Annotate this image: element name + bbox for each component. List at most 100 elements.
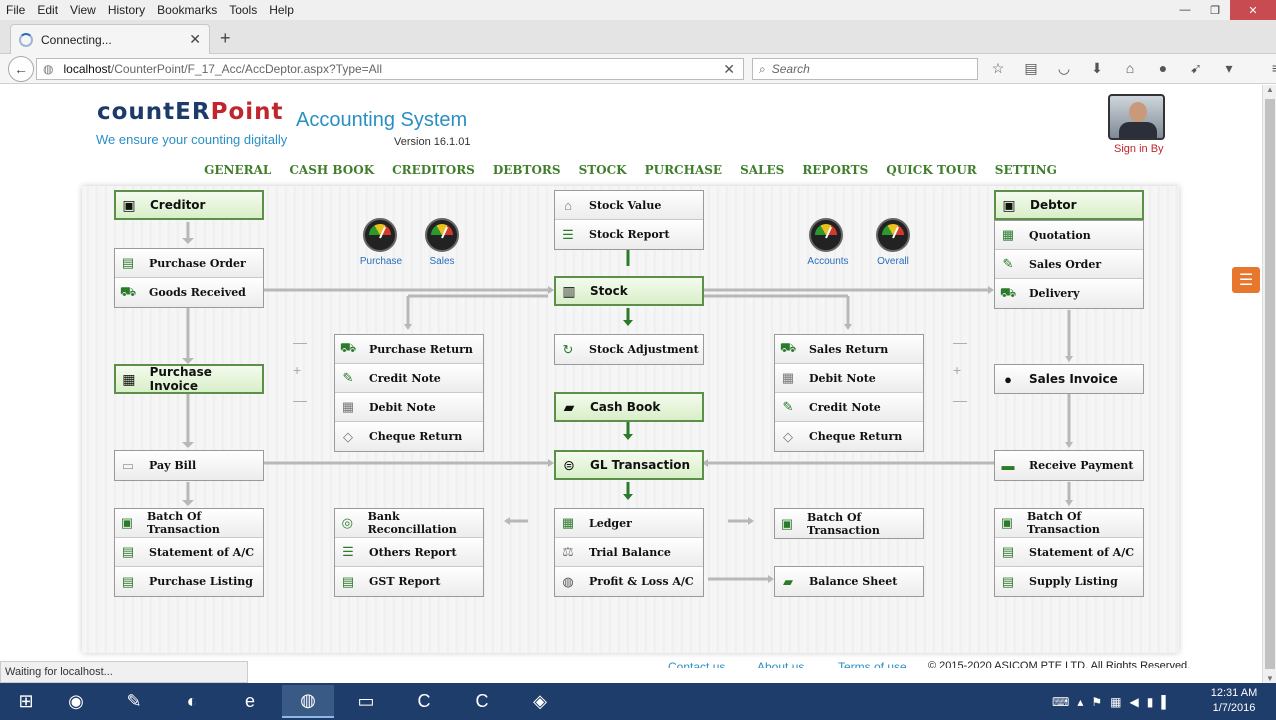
menu-view[interactable]: View: [64, 0, 102, 20]
sales-gauge-icon[interactable]: [425, 218, 459, 252]
others-report-item[interactable]: ☰ Others Report: [335, 538, 483, 567]
battery-icon[interactable]: ▮: [1147, 695, 1154, 709]
balance-sheet-item[interactable]: ▰ Balance Sheet: [775, 567, 923, 596]
expand-icon[interactable]: +: [953, 362, 961, 378]
menu-bookmarks[interactable]: Bookmarks: [151, 0, 223, 20]
download-icon[interactable]: ⬇: [1087, 60, 1107, 77]
stop-loading-icon[interactable]: ✕: [723, 61, 735, 78]
menu-history[interactable]: History: [102, 0, 151, 20]
debit-note-item[interactable]: ▦ Debit Note: [335, 393, 483, 422]
quotation-item[interactable]: ▦ Quotation: [995, 221, 1143, 250]
batch-of-transaction-item[interactable]: ▣ Batch Of Transaction: [115, 509, 263, 538]
supply-listing-item[interactable]: ▤ Supply Listing: [995, 567, 1143, 596]
chat-icon[interactable]: ●: [1153, 60, 1173, 77]
network-icon[interactable]: ▦: [1110, 695, 1121, 709]
nav-stock[interactable]: STOCK: [570, 163, 636, 185]
credit-note-item[interactable]: ✎ Credit Note: [335, 364, 483, 393]
cheque-return-item[interactable]: ◇ Cheque Return: [335, 422, 483, 451]
purchase-gauge-icon[interactable]: [363, 218, 397, 252]
expand-icon[interactable]: +: [293, 362, 301, 378]
nav-creditors[interactable]: CREDITORS: [383, 163, 484, 185]
purchase-return-item[interactable]: ⛟ Purchase Return: [335, 335, 483, 364]
url-field[interactable]: ◍ localhost/CounterPoint/F_17_Acc/AccDep…: [36, 58, 744, 80]
back-button[interactable]: ←: [8, 56, 34, 82]
firefox-icon[interactable]: ◍: [282, 685, 334, 718]
menu-tools[interactable]: Tools: [223, 0, 263, 20]
batch-of-transaction-item[interactable]: ▣ Batch Of Transaction: [775, 509, 923, 538]
pocket-icon[interactable]: ◡: [1054, 60, 1074, 77]
hamburger-menu-icon[interactable]: ≡: [1266, 60, 1276, 77]
accounts-gauge-icon[interactable]: [809, 218, 843, 252]
menu-help[interactable]: Help: [263, 0, 300, 20]
statement-of-ac-item[interactable]: ▤ Statement of A/C: [995, 538, 1143, 567]
sales-invoice-item[interactable]: ● Sales Invoice: [995, 365, 1143, 393]
volume-icon[interactable]: ◀: [1129, 695, 1138, 709]
statement-of-ac-item[interactable]: ▤ Statement of A/C: [115, 538, 263, 567]
tools-icon[interactable]: ✎: [108, 685, 160, 718]
nav-setting[interactable]: SETTING: [986, 163, 1066, 185]
signal-icon[interactable]: ▌: [1161, 695, 1170, 709]
paint-icon[interactable]: ◐: [166, 685, 218, 718]
batch-of-transaction-item[interactable]: ▣ Batch Of Transaction: [995, 509, 1143, 538]
credit-note-item[interactable]: ✎ Credit Note: [775, 393, 923, 422]
nav-purchase[interactable]: PURCHASE: [636, 163, 731, 185]
cheque-return-item[interactable]: ◇ Cheque Return: [775, 422, 923, 451]
flag-icon[interactable]: ⚑: [1091, 695, 1102, 709]
camtasia-recorder-icon[interactable]: C: [456, 685, 508, 718]
search-input[interactable]: ⌕ Search: [752, 58, 978, 80]
internet-explorer-icon[interactable]: e: [224, 685, 276, 718]
nav-reports[interactable]: REPORTS: [793, 163, 877, 185]
keyboard-icon[interactable]: ⌨: [1052, 695, 1069, 709]
bank-reconcillation-item[interactable]: ◎ Bank Reconcillation: [335, 509, 483, 538]
browser-tab[interactable]: Connecting... ✕: [10, 24, 210, 54]
nav-quick-tour[interactable]: QUICK TOUR: [877, 163, 986, 185]
goods-received-item[interactable]: ⛟ Goods Received: [115, 278, 263, 307]
overall-gauge-icon[interactable]: [876, 218, 910, 252]
chat-widget-icon[interactable]: ☰: [1232, 267, 1260, 293]
about-link[interactable]: About us: [757, 660, 804, 668]
gl-transaction-button[interactable]: ⊜ GL Transaction: [554, 450, 704, 480]
close-window-button[interactable]: ✕: [1230, 0, 1276, 20]
dropdown-icon[interactable]: ▾: [1219, 60, 1239, 77]
delivery-item[interactable]: ⛟ Delivery: [995, 279, 1143, 308]
sales-order-item[interactable]: ✎ Sales Order: [995, 250, 1143, 279]
page-scrollbar[interactable]: ▲ ▼: [1262, 85, 1276, 683]
collapse-icon[interactable]: —: [953, 392, 967, 408]
sales-return-item[interactable]: ⛟ Sales Return: [775, 335, 923, 364]
file-explorer-icon[interactable]: ▭: [340, 685, 392, 718]
collapse-icon[interactable]: —: [953, 334, 967, 350]
avatar[interactable]: [1108, 94, 1165, 140]
stock-report-item[interactable]: ☰ Stock Report: [555, 220, 703, 249]
tab-close-icon[interactable]: ✕: [189, 31, 201, 48]
gst-report-item[interactable]: ▤ GST Report: [335, 567, 483, 596]
receive-payment-item[interactable]: ▬ Receive Payment: [995, 451, 1143, 480]
visual-studio-icon[interactable]: ◈: [514, 685, 566, 718]
gauge-label-overall[interactable]: Overall: [863, 256, 923, 267]
restore-button[interactable]: ❐: [1200, 0, 1230, 20]
purchase-listing-item[interactable]: ▤ Purchase Listing: [115, 567, 263, 596]
purchase-invoice-button[interactable]: ▦ Purchase Invoice: [114, 364, 264, 394]
pay-bill-item[interactable]: ▭ Pay Bill: [115, 451, 263, 480]
stock-value-item[interactable]: ⌂ Stock Value: [555, 191, 703, 220]
menu-file[interactable]: File: [0, 0, 31, 20]
cash-book-button[interactable]: ▰ Cash Book: [554, 392, 704, 422]
purchase-order-item[interactable]: ▤ Purchase Order: [115, 249, 263, 278]
stock-adjustment-item[interactable]: ↻ Stock Adjustment: [555, 335, 703, 364]
camtasia-icon[interactable]: C: [398, 685, 450, 718]
profit-loss-item[interactable]: ◍ Profit & Loss A/C: [555, 567, 703, 596]
new-tab-button[interactable]: +: [220, 28, 231, 49]
gauge-label-sales[interactable]: Sales: [412, 256, 472, 267]
reading-list-icon[interactable]: ▤: [1021, 60, 1041, 77]
start-button-icon[interactable]: ⊞: [0, 685, 52, 718]
collapse-icon[interactable]: —: [293, 392, 307, 408]
nav-cash-book[interactable]: CASH BOOK: [280, 163, 383, 185]
menu-edit[interactable]: Edit: [31, 0, 64, 20]
bookmark-star-icon[interactable]: ☆: [988, 60, 1008, 77]
nav-debtors[interactable]: DEBTORS: [484, 163, 570, 185]
terms-link[interactable]: Terms of use: [838, 660, 907, 668]
nav-general[interactable]: GENERAL: [195, 163, 280, 185]
logo[interactable]: countERPoint: [97, 99, 284, 125]
trial-balance-item[interactable]: ⚖ Trial Balance: [555, 538, 703, 567]
debtor-button[interactable]: ▣ Debtor: [994, 190, 1144, 220]
home-icon[interactable]: ⌂: [1120, 60, 1140, 77]
